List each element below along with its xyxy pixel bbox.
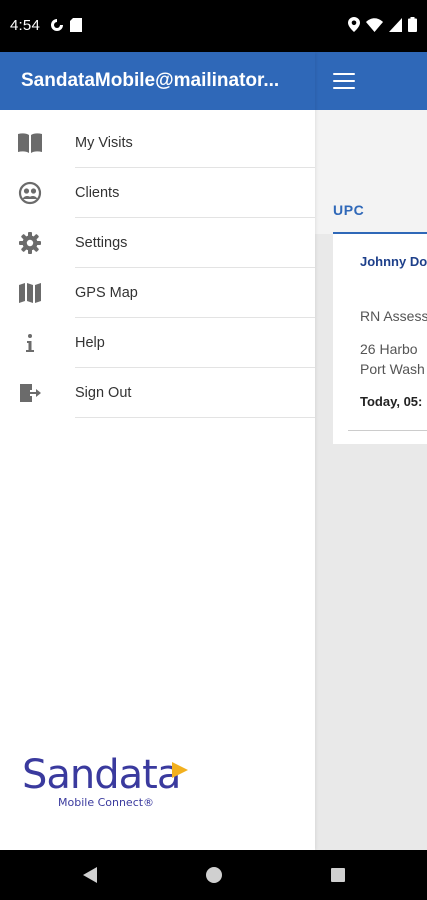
- sandata-logo: Sandata Mobile Connect®: [22, 752, 202, 812]
- back-icon[interactable]: [80, 865, 100, 885]
- status-time: 4:54: [10, 17, 40, 34]
- divider: [348, 430, 427, 431]
- clients-icon: [17, 180, 43, 206]
- drawer-header: SandataMobile@mailinator...: [0, 52, 315, 110]
- recents-icon[interactable]: [328, 865, 348, 885]
- book-icon: [17, 130, 43, 156]
- status-left-icons: [50, 18, 82, 37]
- drawer-menu: My Visits Clients Settings GPS Map Help …: [0, 118, 315, 418]
- menu-item-sign-out[interactable]: Sign Out: [0, 368, 315, 418]
- app-notification-icon: [50, 18, 64, 37]
- status-right-icons: [348, 17, 417, 37]
- info-icon: [17, 330, 43, 356]
- system-nav-bar: [0, 850, 427, 900]
- menu-item-help[interactable]: Help: [0, 318, 315, 368]
- logo-accent-icon: [172, 762, 188, 778]
- status-bar: 4:54: [0, 0, 427, 52]
- menu-item-label: Clients: [75, 185, 120, 201]
- background-content: UPC Johnny Do RN Assess 26 Harbo Port Wa…: [315, 52, 427, 850]
- menu-item-label: Sign Out: [75, 385, 132, 401]
- menu-item-label: GPS Map: [75, 285, 138, 301]
- menu-item-settings[interactable]: Settings: [0, 218, 315, 268]
- visit-address-line2: Port Wash: [360, 361, 425, 377]
- menu-item-my-visits[interactable]: My Visits: [0, 118, 315, 168]
- logo-subtitle: Mobile Connect®: [58, 796, 155, 809]
- visit-client-name: Johnny Do: [360, 254, 427, 269]
- menu-item-gps-map[interactable]: GPS Map: [0, 268, 315, 318]
- divider: [75, 417, 315, 418]
- menu-item-label: Settings: [75, 235, 128, 251]
- tab-upcoming[interactable]: UPC: [333, 202, 427, 236]
- visit-card[interactable]: Johnny Do RN Assess 26 Harbo Port Wash T…: [333, 234, 427, 444]
- app-bar: [315, 52, 427, 110]
- location-icon: [348, 17, 360, 37]
- home-icon[interactable]: [204, 865, 224, 885]
- app-screen: UPC Johnny Do RN Assess 26 Harbo Port Wa…: [0, 52, 427, 850]
- battery-icon: [408, 17, 417, 37]
- hamburger-menu-icon[interactable]: [333, 71, 355, 91]
- gear-icon: [17, 230, 43, 256]
- account-email: SandataMobile@mailinator...: [21, 70, 280, 91]
- navigation-drawer: SandataMobile@mailinator... My Visits Cl…: [0, 52, 315, 850]
- signal-icon: [389, 17, 402, 37]
- sd-card-icon: [70, 18, 82, 37]
- visit-service: RN Assess: [360, 308, 427, 324]
- visit-time: Today, 05:: [360, 394, 423, 409]
- wifi-icon: [366, 17, 383, 37]
- sign-out-icon: [17, 380, 43, 406]
- menu-item-clients[interactable]: Clients: [0, 168, 315, 218]
- map-icon: [17, 280, 43, 306]
- menu-item-label: My Visits: [75, 135, 133, 151]
- menu-item-label: Help: [75, 335, 105, 351]
- visit-address-line1: 26 Harbo: [360, 341, 418, 357]
- logo-text: Sandata: [22, 752, 181, 798]
